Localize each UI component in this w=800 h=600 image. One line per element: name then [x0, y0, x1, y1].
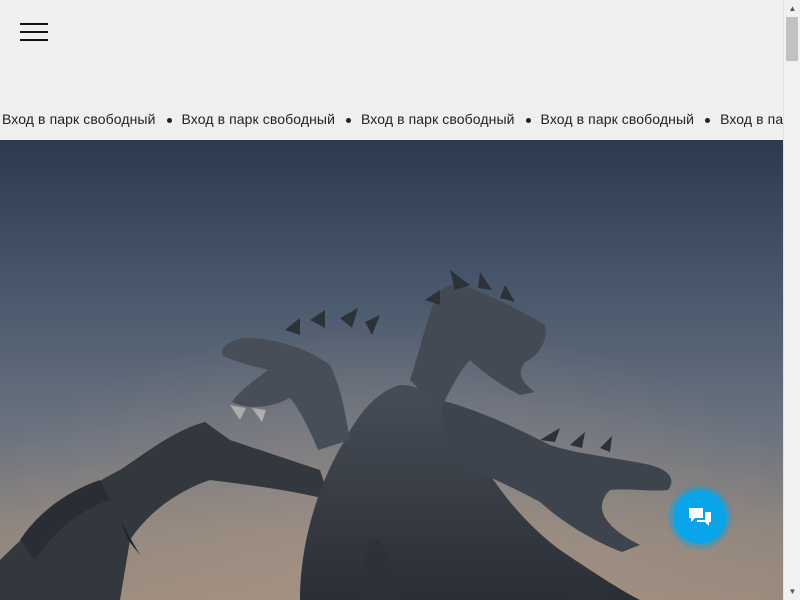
hamburger-line [20, 23, 48, 25]
bullet-dot-icon [525, 118, 531, 123]
chat-bubbles-icon [689, 508, 711, 526]
dragon-statue-illustration [0, 140, 783, 600]
vertical-scrollbar[interactable]: ▲ ▼ [783, 0, 800, 600]
bullet-dot-icon [166, 118, 172, 123]
hamburger-line [20, 31, 48, 33]
ticker-item: Вход в парк свободный [361, 111, 541, 127]
chat-widget-button[interactable] [668, 485, 732, 549]
announcement-ticker: Вход в парк свободный Вход в парк свобод… [0, 106, 783, 132]
chat-widget-inner [673, 490, 727, 544]
page-viewport: Вход в парк свободный Вход в парк свобод… [0, 0, 800, 600]
hamburger-line [20, 39, 48, 41]
ticker-text: Вход в парк свободный [720, 111, 783, 127]
ticker-text: Вход в парк свободный [2, 111, 156, 127]
bullet-dot-icon [346, 118, 352, 123]
ticker-item: Вход в парк свободный [182, 111, 362, 127]
bullet-dot-icon [705, 118, 711, 123]
ticker-item: Вход в парк свободный [720, 111, 783, 127]
ticker-text: Вход в парк свободный [181, 111, 336, 127]
ticker-track: Вход в парк свободный Вход в парк свобод… [0, 106, 783, 132]
scrollbar-thumb[interactable] [786, 17, 798, 61]
ticker-item: Вход в парк свободный [541, 111, 721, 127]
ticker-text: Вход в парк свободный [361, 111, 515, 127]
scroll-up-arrow-icon[interactable]: ▲ [784, 0, 800, 17]
ticker-text: Вход в парк свободный [540, 111, 695, 127]
site-header [0, 0, 783, 100]
hamburger-menu-icon[interactable] [20, 22, 48, 42]
ticker-item: Вход в парк свободный [2, 111, 182, 127]
scroll-down-arrow-icon[interactable]: ▼ [784, 583, 800, 600]
hero-image [0, 140, 783, 600]
